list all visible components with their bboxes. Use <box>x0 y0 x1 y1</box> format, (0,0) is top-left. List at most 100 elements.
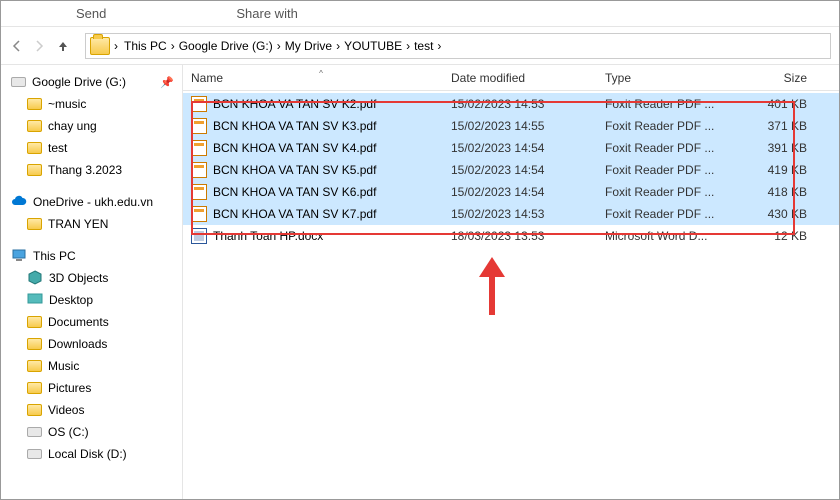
file-size: 418 KB <box>731 185 815 199</box>
file-row[interactable]: BCN KHOA VA TAN SV K3.pdf15/02/2023 14:5… <box>183 115 839 137</box>
tree-label: Pictures <box>48 381 91 395</box>
tree-documents[interactable]: Documents <box>1 311 182 333</box>
chevron-right-icon[interactable]: › <box>277 39 281 53</box>
tree-thang[interactable]: Thang 3.2023 <box>1 159 182 181</box>
tree-os-c[interactable]: OS (C:) <box>1 421 182 443</box>
breadcrumb-item[interactable]: Google Drive (G:) <box>177 39 275 53</box>
breadcrumb: This PC›Google Drive (G:)›My Drive›YOUTU… <box>122 39 441 53</box>
tree-videos[interactable]: Videos <box>1 399 182 421</box>
file-type: Foxit Reader PDF ... <box>597 185 731 199</box>
drive-icon <box>11 77 26 87</box>
pdf-icon <box>191 118 207 134</box>
nav-back-button[interactable] <box>9 38 25 54</box>
navbar: › This PC›Google Drive (G:)›My Drive›YOU… <box>1 27 839 65</box>
file-date: 15/02/2023 14:54 <box>443 141 597 155</box>
breadcrumb-item[interactable]: My Drive <box>283 39 334 53</box>
tree-music-folder[interactable]: Music <box>1 355 182 377</box>
tree-label: This PC <box>33 249 76 263</box>
pdf-icon <box>191 140 207 156</box>
folder-icon <box>27 98 42 110</box>
breadcrumb-item[interactable]: This PC <box>122 39 169 53</box>
file-name: BCN KHOA VA TAN SV K2.pdf <box>213 97 376 111</box>
tree-onedrive[interactable]: OneDrive - ukh.edu.vn <box>1 191 182 213</box>
tree-3d-objects[interactable]: 3D Objects <box>1 267 182 289</box>
chevron-right-icon[interactable]: › <box>437 39 441 53</box>
file-date: 15/02/2023 14:53 <box>443 207 597 221</box>
file-type: Foxit Reader PDF ... <box>597 97 731 111</box>
tree-label: test <box>48 141 67 155</box>
folder-icon <box>90 37 110 55</box>
file-row[interactable]: BCN KHOA VA TAN SV K2.pdf15/02/2023 14:5… <box>183 93 839 115</box>
tree-desktop[interactable]: Desktop <box>1 289 182 311</box>
tree-label: chay ung <box>48 119 97 133</box>
cloud-icon <box>11 194 27 210</box>
pin-icon: 📌 <box>160 76 174 89</box>
list-header: Name ^ Date modified Type Size <box>183 65 839 91</box>
file-type: Foxit Reader PDF ... <box>597 141 731 155</box>
file-name: BCN KHOA VA TAN SV K6.pdf <box>213 185 376 199</box>
tree-test[interactable]: test <box>1 137 182 159</box>
col-label: Size <box>784 71 807 85</box>
file-type: Foxit Reader PDF ... <box>597 207 731 221</box>
folder-icon <box>27 120 42 132</box>
file-type: Microsoft Word D... <box>597 229 731 243</box>
tree-label: TRAN YEN <box>48 217 108 231</box>
folder-icon <box>27 338 42 350</box>
pdf-icon <box>191 206 207 222</box>
col-header-size[interactable]: Size <box>731 71 815 85</box>
tree-chay-ung[interactable]: chay ung <box>1 115 182 137</box>
tree-pictures[interactable]: Pictures <box>1 377 182 399</box>
file-size: 371 KB <box>731 119 815 133</box>
tree-label: Downloads <box>48 337 107 351</box>
ribbon-share-group[interactable]: Share with access security <box>236 6 297 21</box>
tree-label: Thang 3.2023 <box>48 163 122 177</box>
ribbon-send-group[interactable]: Send <box>76 6 106 21</box>
file-row[interactable]: BCN KHOA VA TAN SV K5.pdf 15/02/2023 14:5… <box>183 159 839 181</box>
breadcrumb-item[interactable]: test <box>412 39 435 53</box>
chevron-right-icon[interactable]: › <box>406 39 410 53</box>
tree-music[interactable]: ~music <box>1 93 182 115</box>
nav-tree[interactable]: Google Drive (G:) 📌 ~music chay ung test… <box>1 65 183 499</box>
tree-local-disk-d[interactable]: Local Disk (D:) <box>1 443 182 465</box>
chevron-right-icon[interactable]: › <box>114 39 118 53</box>
folder-icon <box>27 316 42 328</box>
address-bar[interactable]: › This PC›Google Drive (G:)›My Drive›YOU… <box>85 33 831 59</box>
ribbon-share-label: Share with <box>236 6 297 21</box>
pdf-icon <box>191 184 207 200</box>
ribbon: Send Share with access security <box>1 1 839 27</box>
tree-downloads[interactable]: Downloads <box>1 333 182 355</box>
chevron-right-icon[interactable]: › <box>336 39 340 53</box>
tree-label: Local Disk (D:) <box>48 447 127 461</box>
file-row[interactable]: BCN KHOA VA TAN SV K4.pdf 15/02/2023 14:5… <box>183 137 839 159</box>
sort-indicator-icon: ^ <box>191 69 451 78</box>
col-header-name[interactable]: Name ^ <box>183 71 443 85</box>
chevron-right-icon[interactable]: › <box>171 39 175 53</box>
tree-google-drive[interactable]: Google Drive (G:) 📌 <box>1 71 182 93</box>
col-header-date[interactable]: Date modified <box>443 71 597 85</box>
file-size: 419 KB <box>731 163 815 177</box>
file-row[interactable]: BCN KHOA VA TAN SV K7.pdf15/02/2023 14:5… <box>183 203 839 225</box>
nav-up-button[interactable] <box>55 38 71 54</box>
file-row[interactable]: Thanh Toan HP.docx18/03/2023 13:53Micros… <box>183 225 839 247</box>
file-row[interactable]: BCN KHOA VA TAN SV K6.pdf15/02/2023 14:5… <box>183 181 839 203</box>
tree-label: 3D Objects <box>49 271 108 285</box>
main: Google Drive (G:) 📌 ~music chay ung test… <box>1 65 839 499</box>
folder-icon <box>27 164 42 176</box>
tree-label: ~music <box>48 97 86 111</box>
pdf-icon <box>191 96 207 112</box>
file-name: BCN KHOA VA TAN SV K5.pdf <box>213 163 376 177</box>
folder-icon <box>27 404 42 416</box>
file-date: 18/03/2023 13:53 <box>443 229 597 243</box>
col-label: Type <box>605 71 631 85</box>
tree-label: Videos <box>48 403 84 417</box>
col-header-type[interactable]: Type <box>597 71 731 85</box>
tree-label: Google Drive (G:) <box>32 75 126 89</box>
nav-forward-button[interactable] <box>31 38 47 54</box>
tree-this-pc[interactable]: This PC <box>1 245 182 267</box>
file-name: BCN KHOA VA TAN SV K4.pdf <box>213 141 376 155</box>
file-date: 15/02/2023 14:54 <box>443 163 597 177</box>
tree-label: OneDrive - ukh.edu.vn <box>33 195 153 209</box>
breadcrumb-item[interactable]: YOUTUBE <box>342 39 404 53</box>
folder-icon <box>27 360 42 372</box>
tree-tran-yen[interactable]: TRAN YEN <box>1 213 182 235</box>
